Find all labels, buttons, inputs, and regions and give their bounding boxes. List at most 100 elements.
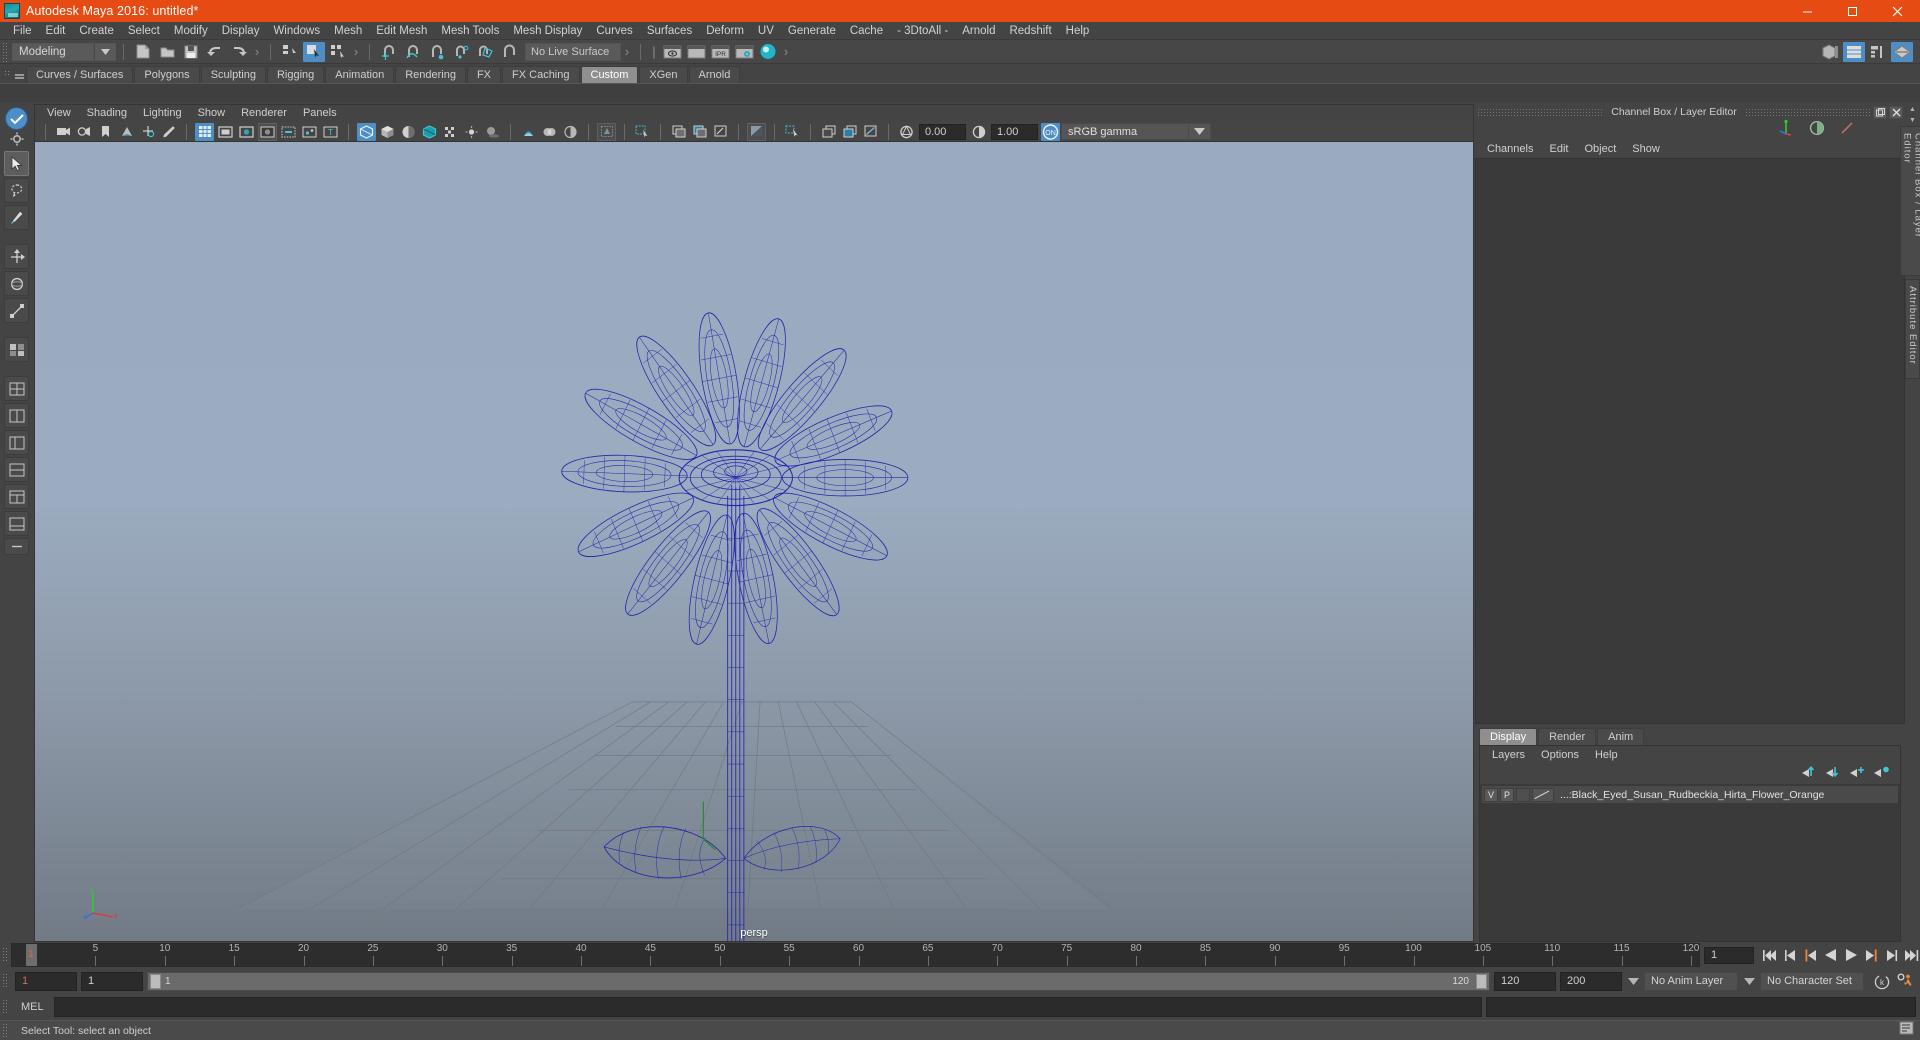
motion-blur-icon[interactable]	[540, 123, 559, 141]
menu-arnold[interactable]: Arnold	[955, 22, 1002, 40]
resolution-gate-icon[interactable]	[237, 123, 256, 141]
auto-keyframe-icon[interactable]: k	[1872, 972, 1891, 991]
layout-persp-render-icon[interactable]	[4, 511, 29, 536]
color-management-toggle-icon[interactable]: ON	[1041, 122, 1060, 141]
shelf-tab-polygons[interactable]: Polygons	[134, 66, 200, 83]
script-editor-icon[interactable]	[1899, 1021, 1914, 1040]
move-layer-up-icon[interactable]	[1802, 765, 1818, 783]
vtab-attribute-editor[interactable]: Attribute Editor	[1905, 279, 1920, 379]
toolbar-collapse-arrow-icon-4[interactable]: |	[650, 43, 658, 61]
xray-mode-icon[interactable]	[633, 123, 652, 141]
snap-to-grid-icon[interactable]	[378, 42, 400, 62]
layer-state-toggle[interactable]	[1516, 787, 1530, 802]
panel-drag-dots-right[interactable]	[1744, 107, 1871, 117]
new-layer-from-selected-icon[interactable]	[1874, 765, 1890, 783]
move-tool-icon[interactable]	[4, 244, 29, 269]
snap-to-view-plane-icon[interactable]	[474, 42, 496, 62]
character-set-chevron-down-icon[interactable]	[1742, 977, 1756, 985]
menu-3dtoall[interactable]: - 3DtoAll -	[890, 22, 955, 40]
toolbar-collapse-arrow-icon[interactable]: ›	[253, 43, 261, 61]
exposure-icon[interactable]	[897, 123, 916, 141]
select-tool-icon[interactable]	[4, 151, 29, 176]
menu-mesh-display[interactable]: Mesh Display	[506, 22, 589, 40]
select-region-icon[interactable]	[783, 123, 802, 141]
use-all-lights-icon[interactable]	[462, 123, 481, 141]
duplicate-view-icon[interactable]	[819, 123, 838, 141]
channel-box-icon[interactable]	[1891, 41, 1913, 62]
layer-tab-anim[interactable]: Anim	[1597, 728, 1645, 745]
shelf-tab-fx[interactable]: FX	[466, 66, 502, 83]
play-backwards-icon[interactable]	[1821, 946, 1840, 965]
layout-hypershade-persp-icon[interactable]	[4, 484, 29, 509]
menu-set-selector[interactable]: Modeling	[12, 42, 94, 61]
layer-menu-help[interactable]: Help	[1587, 746, 1626, 764]
go-to-end-icon[interactable]	[1901, 946, 1920, 965]
anim-layer-chevron-down-icon[interactable]	[1626, 977, 1640, 985]
toolbar-collapse-arrow-icon-3[interactable]: ›	[623, 43, 631, 61]
command-language-label[interactable]: MEL	[11, 1001, 54, 1013]
range-start-field[interactable]: 1	[81, 971, 143, 991]
render-settings-icon[interactable]	[733, 42, 755, 62]
smooth-wireframe-icon[interactable]	[861, 123, 880, 141]
shelf-tab-fx-caching[interactable]: FX Caching	[502, 66, 580, 83]
layer-playback-toggle[interactable]: P	[1500, 787, 1514, 802]
hypershade-icon[interactable]	[757, 42, 779, 62]
camera-attributes-icon[interactable]	[75, 123, 94, 141]
time-slider-gripper[interactable]	[2, 947, 9, 963]
step-back-frame-icon[interactable]	[1801, 946, 1820, 965]
undock-icon[interactable]	[1873, 105, 1887, 119]
menu-redshift[interactable]: Redshift	[1002, 22, 1058, 40]
render-current-frame-icon[interactable]	[661, 42, 683, 62]
menu-create[interactable]: Create	[72, 22, 121, 40]
make-live-icon[interactable]	[498, 42, 520, 62]
shelf-tab-rendering[interactable]: Rendering	[395, 66, 466, 83]
undo-icon[interactable]	[204, 42, 226, 62]
current-frame-field[interactable]: 1	[1704, 946, 1754, 964]
layout-outliner-persp-icon[interactable]	[4, 430, 29, 455]
gamma-icon[interactable]	[969, 123, 988, 141]
wireframe-on-shaded-icon[interactable]	[420, 123, 439, 141]
tool-settings-icon[interactable]	[1867, 42, 1889, 62]
menu-file[interactable]: File	[6, 22, 39, 40]
channel-menu-show[interactable]: Show	[1624, 140, 1668, 158]
multisample-aa-icon[interactable]	[561, 123, 580, 141]
menu-help[interactable]: Help	[1059, 22, 1097, 40]
isolate-select-icon[interactable]	[597, 122, 616, 141]
half-circle-icon[interactable]	[1809, 120, 1825, 141]
menu-display[interactable]: Display	[215, 22, 267, 40]
shelf-tab-xgen[interactable]: XGen	[639, 66, 688, 83]
viewport-menu-lighting[interactable]: Lighting	[135, 105, 190, 122]
lasso-select-tool-icon[interactable]	[4, 178, 29, 203]
shelf-tab-sculpting[interactable]: Sculpting	[200, 66, 266, 83]
shelf-tab-curves-surfaces[interactable]: Curves / Surfaces	[26, 66, 134, 83]
grid-toggle-icon[interactable]	[195, 122, 214, 141]
gate-mask-icon[interactable]	[258, 122, 277, 141]
menu-windows[interactable]: Windows	[266, 22, 327, 40]
new-layer-icon[interactable]	[1850, 765, 1866, 783]
layout-two-pane-icon[interactable]	[4, 403, 29, 428]
close-panel-icon[interactable]	[1889, 105, 1903, 119]
shelf-tab-custom[interactable]: Custom	[580, 66, 639, 83]
shelf-gripper[interactable]	[2, 64, 12, 83]
show-hide-editors-icon[interactable]	[1819, 42, 1841, 62]
paint-select-tool-icon[interactable]	[4, 205, 29, 230]
new-scene-icon[interactable]	[132, 42, 154, 62]
bookmark-icon[interactable]	[96, 123, 115, 141]
vtab-scroll-up-icon[interactable]: ▲	[1907, 104, 1919, 115]
anim-layer-field[interactable]: No Anim Layer	[1644, 971, 1738, 991]
menu-edit[interactable]: Edit	[39, 22, 73, 40]
snap-to-point-icon[interactable]	[426, 42, 448, 62]
command-input[interactable]	[53, 997, 1482, 1017]
anim-start-field[interactable]: 1	[15, 971, 77, 991]
menu-generate[interactable]: Generate	[781, 22, 843, 40]
range-end-field[interactable]: 120	[1494, 971, 1556, 991]
scale-tool-icon[interactable]	[4, 298, 29, 323]
texture-placement-icon[interactable]: T	[321, 123, 340, 141]
shelf-menu-icon[interactable]	[12, 67, 26, 83]
save-scene-icon[interactable]	[180, 42, 202, 62]
channel-menu-object[interactable]: Object	[1576, 140, 1624, 158]
grab-color-icon[interactable]	[669, 123, 688, 141]
layout-more-icon[interactable]	[4, 538, 29, 555]
select-camera-icon[interactable]	[54, 123, 73, 141]
persp-viewport-canvas[interactable]: y x z persp	[35, 142, 1473, 941]
